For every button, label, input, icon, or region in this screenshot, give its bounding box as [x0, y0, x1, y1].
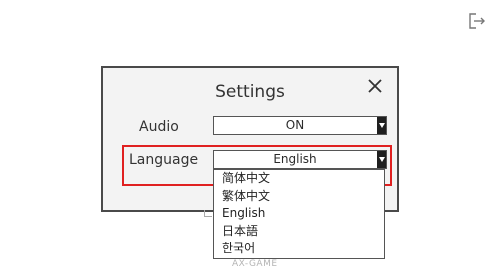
language-option[interactable]: English [214, 205, 384, 223]
audio-value: ON [285, 118, 305, 132]
chevron-down-icon [377, 151, 386, 168]
audio-select[interactable]: ON [213, 116, 387, 135]
language-option[interactable]: 繁体中文 [214, 188, 384, 206]
language-label: Language [129, 152, 199, 168]
language-option[interactable]: 한국어 [214, 240, 384, 258]
dialog-title: Settings [215, 82, 285, 102]
close-icon[interactable] [367, 78, 383, 94]
exit-icon[interactable] [467, 12, 487, 30]
language-value: English [273, 152, 317, 166]
audio-label: Audio [139, 119, 179, 135]
language-option[interactable]: 简体中文 [214, 170, 384, 188]
language-option[interactable]: 日本語 [214, 223, 384, 241]
language-dropdown-list[interactable]: 简体中文 繁体中文 English 日本語 한국어 [213, 169, 385, 259]
background-mark [204, 210, 212, 217]
footer-text: AX-GAME [232, 259, 278, 269]
chevron-down-icon [377, 117, 386, 134]
language-select[interactable]: English [213, 150, 387, 169]
